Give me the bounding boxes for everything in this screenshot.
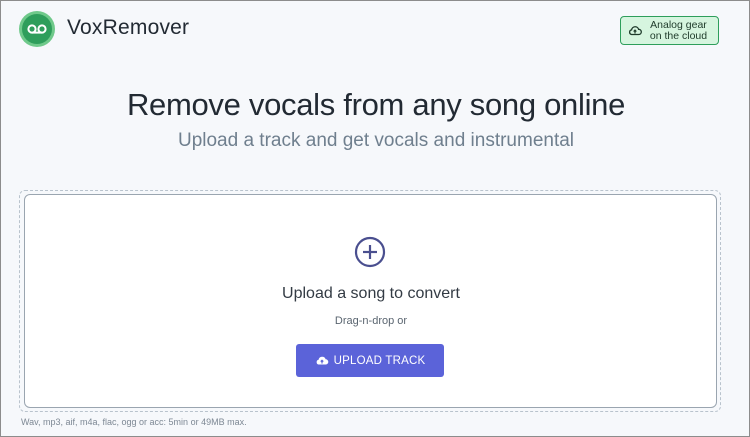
analog-gear-line2: on the cloud <box>649 29 708 42</box>
cloud-upload-icon <box>315 354 329 368</box>
drag-drop-text: Drag-n-drop or <box>334 315 408 327</box>
cloud-upload-icon <box>627 23 643 39</box>
upload-track-label: UPLOAD TRACK <box>333 354 426 367</box>
upload-heading: Upload a song to convert <box>282 285 460 302</box>
page-subtitle: Upload a track and get vocals and instru… <box>177 130 575 151</box>
upload-track-button[interactable]: UPLOAD TRACK <box>296 344 444 377</box>
app-window: VoxRemover Analog gear on the cloud Remo… <box>0 0 750 437</box>
page-title: Remove vocals from any song online <box>126 87 626 122</box>
plus-circle-icon[interactable] <box>354 236 386 268</box>
brand-name[interactable]: VoxRemover <box>67 16 189 40</box>
file-limits-note: Wav, mp3, aif, m4a, flac, ogg or acc: 5m… <box>21 417 247 427</box>
cassette-icon[interactable] <box>19 11 55 47</box>
analog-gear-button[interactable]: Analog gear on the cloud <box>620 16 719 45</box>
analog-gear-label: Analog gear on the cloud <box>643 19 718 42</box>
